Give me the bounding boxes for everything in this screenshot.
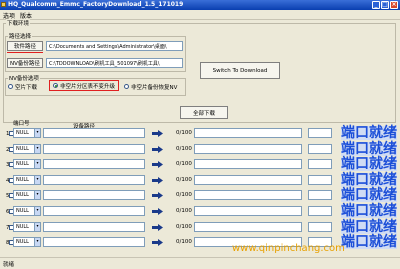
maximize-button[interactable]: □ bbox=[381, 1, 389, 9]
port-status: 端口就绪 bbox=[341, 234, 397, 250]
port-status: 端口就绪 bbox=[341, 125, 397, 141]
progress-text: 0/100 bbox=[176, 224, 192, 230]
arrow-right-icon bbox=[152, 146, 163, 153]
nv-options-label: NV备份选项 bbox=[8, 74, 40, 82]
chevron-down-icon: ▾ bbox=[34, 191, 40, 199]
radio-backup-restore-nv-label: 非空片备份恢复NV bbox=[131, 85, 178, 91]
port-number-header: 端口号 bbox=[13, 121, 30, 127]
software-path-field[interactable]: C:\Documents and Settings\Administrator\… bbox=[46, 41, 183, 51]
port-select-value: NULL bbox=[16, 177, 29, 183]
arrow-right-icon bbox=[152, 161, 163, 168]
progress-text: 0/100 bbox=[176, 177, 192, 183]
close-button[interactable]: × bbox=[390, 1, 398, 9]
port-status: 端口就绪 bbox=[341, 203, 397, 219]
chevron-down-icon: ▾ bbox=[34, 223, 40, 231]
port-select[interactable]: NULL ▾ bbox=[13, 206, 41, 216]
port-select-value: NULL bbox=[16, 239, 29, 245]
download-all-button[interactable]: 全部下载 bbox=[180, 106, 228, 119]
title-bar: HQ_Qualcomm_Emmc_FactoryDownload_1.5_171… bbox=[0, 0, 400, 10]
chevron-down-icon: ▾ bbox=[34, 160, 40, 168]
arrow-right-icon bbox=[152, 239, 163, 246]
nv-backup-path-button[interactable]: NV备份路径 bbox=[7, 58, 43, 68]
port-status: 端口就绪 bbox=[341, 219, 397, 235]
chevron-down-icon: ▾ bbox=[34, 176, 40, 184]
progress-bar bbox=[194, 144, 302, 154]
port-info-field bbox=[308, 222, 332, 232]
radio-blank-download-label: 空片下载 bbox=[15, 85, 38, 91]
port-info-field bbox=[308, 190, 332, 200]
progress-text: 0/100 bbox=[176, 239, 192, 245]
arrow-right-icon bbox=[152, 177, 163, 184]
port-info-field bbox=[308, 159, 332, 169]
port-select[interactable]: NULL ▾ bbox=[13, 144, 41, 154]
path-select-label: 路径选择 bbox=[8, 32, 33, 40]
port-info-field bbox=[308, 175, 332, 185]
arrow-right-icon bbox=[152, 208, 163, 215]
progress-bar bbox=[194, 175, 302, 185]
device-path-field[interactable] bbox=[43, 190, 145, 200]
arrow-right-icon bbox=[152, 130, 163, 137]
port-select-value: NULL bbox=[16, 130, 29, 136]
port-select-value: NULL bbox=[16, 161, 29, 167]
nv-backup-path-field[interactable]: C:\TDDOWNLOAD\刷机工具_501097\刷机工具\ bbox=[46, 58, 183, 68]
software-path-button[interactable]: 软件路径 bbox=[7, 41, 43, 51]
device-path-field[interactable] bbox=[43, 128, 145, 138]
port-select-value: NULL bbox=[16, 192, 29, 198]
minimize-button[interactable]: _ bbox=[372, 1, 380, 9]
chevron-down-icon: ▾ bbox=[34, 145, 40, 153]
download-env-label: 下载环境 bbox=[6, 19, 31, 27]
device-path-field[interactable] bbox=[43, 144, 145, 154]
progress-text: 0/100 bbox=[176, 192, 192, 198]
chevron-down-icon: ▾ bbox=[34, 129, 40, 137]
watermark-text: www.qinpinchang.com bbox=[232, 243, 345, 254]
port-select-value: NULL bbox=[16, 208, 29, 214]
progress-bar bbox=[194, 190, 302, 200]
port-select[interactable]: NULL ▾ bbox=[13, 190, 41, 200]
progress-bar bbox=[194, 159, 302, 169]
port-info-field bbox=[308, 206, 332, 216]
arrow-right-icon bbox=[152, 192, 163, 199]
progress-text: 0/100 bbox=[176, 146, 192, 152]
port-select[interactable]: NULL ▾ bbox=[13, 175, 41, 185]
radio-blank-download[interactable] bbox=[8, 84, 13, 89]
device-path-field[interactable] bbox=[43, 175, 145, 185]
progress-text: 0/100 bbox=[176, 161, 192, 167]
radio-keep-partition[interactable] bbox=[53, 83, 58, 88]
status-bar-text: 就绪 bbox=[3, 262, 15, 268]
radio-backup-restore-nv[interactable] bbox=[124, 84, 129, 89]
port-select[interactable]: NULL ▾ bbox=[13, 128, 41, 138]
highlight-underline bbox=[7, 52, 43, 53]
window-title: HQ_Qualcomm_Emmc_FactoryDownload_1.5_171… bbox=[8, 1, 184, 8]
port-select-value: NULL bbox=[16, 146, 29, 152]
port-status: 端口就绪 bbox=[341, 172, 397, 188]
port-info-field bbox=[308, 128, 332, 138]
radio-keep-partition-label: 非空片分区表不变升级 bbox=[60, 84, 116, 90]
port-select[interactable]: NULL ▾ bbox=[13, 222, 41, 232]
device-path-field[interactable] bbox=[43, 222, 145, 232]
status-bar: 就绪 bbox=[0, 257, 400, 269]
port-select-value: NULL bbox=[16, 224, 29, 230]
port-status: 端口就绪 bbox=[341, 156, 397, 172]
progress-bar bbox=[194, 128, 302, 138]
port-status: 端口就绪 bbox=[341, 141, 397, 157]
app-icon bbox=[1, 2, 6, 7]
switch-to-download-button[interactable]: Switch To Download bbox=[200, 62, 280, 79]
port-select[interactable]: NULL ▾ bbox=[13, 237, 41, 247]
port-info-field bbox=[308, 144, 332, 154]
device-path-field[interactable] bbox=[43, 206, 145, 216]
chevron-down-icon: ▾ bbox=[34, 238, 40, 246]
progress-bar bbox=[194, 222, 302, 232]
port-select[interactable]: NULL ▾ bbox=[13, 159, 41, 169]
menu-bar: 选项 版本 bbox=[0, 10, 400, 20]
port-status: 端口就绪 bbox=[341, 187, 397, 203]
device-path-field[interactable] bbox=[43, 237, 145, 247]
progress-text: 0/100 bbox=[176, 130, 192, 136]
arrow-right-icon bbox=[152, 224, 163, 231]
device-path-field[interactable] bbox=[43, 159, 145, 169]
progress-bar bbox=[194, 206, 302, 216]
chevron-down-icon: ▾ bbox=[34, 207, 40, 215]
progress-text: 0/100 bbox=[176, 208, 192, 214]
